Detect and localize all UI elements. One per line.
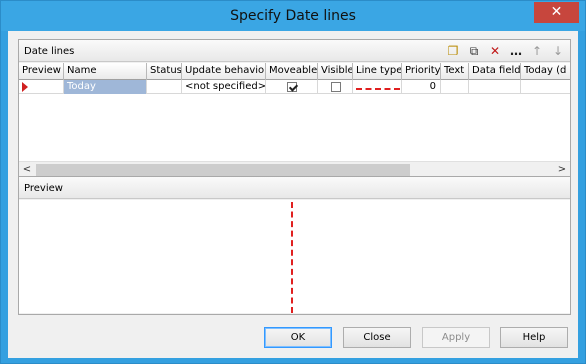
preview-canvas: [19, 200, 570, 313]
column-header-priority[interactable]: Priority: [402, 63, 441, 80]
move-down-icon[interactable]: ↓: [550, 43, 566, 59]
row-data-field-cell[interactable]: [469, 80, 521, 94]
new-icon[interactable]: ❐: [445, 43, 461, 59]
close-button[interactable]: Close: [343, 327, 411, 348]
visible-checkbox[interactable]: [330, 82, 341, 92]
column-header-text[interactable]: Text: [441, 63, 469, 80]
close-window-button[interactable]: ✕: [534, 2, 579, 23]
row-preview-cell: [19, 80, 64, 94]
row-status-cell[interactable]: [147, 80, 182, 94]
dialog-window: Specify Date lines ✕ Date lines ❐ ⧉ ✕ … …: [0, 0, 586, 364]
preview-header: Preview: [19, 177, 570, 199]
grid-header: Preview Name Status Update behavior Move…: [19, 63, 570, 80]
column-header-status[interactable]: Status: [147, 63, 182, 80]
row-name-cell[interactable]: Today: [64, 80, 147, 94]
dialog-title: Specify Date lines: [230, 8, 356, 24]
column-header-visible[interactable]: Visible: [318, 63, 353, 80]
row-moveable-cell: [266, 80, 318, 94]
copy-icon[interactable]: ⧉: [466, 43, 482, 59]
column-header-preview[interactable]: Preview: [19, 63, 64, 80]
row-line-type-cell[interactable]: [353, 80, 402, 94]
horizontal-scrollbar[interactable]: < >: [19, 161, 570, 177]
row-text-cell[interactable]: [441, 80, 469, 94]
date-lines-toolbar: ❐ ⧉ ✕ … ↑ ↓: [445, 43, 566, 59]
preview-title: Preview: [24, 183, 63, 194]
column-header-name[interactable]: Name: [64, 63, 147, 80]
row-update-behavior-cell[interactable]: <not specified>: [182, 80, 266, 94]
preview-date-line: [291, 202, 293, 313]
date-lines-title: Date lines: [24, 46, 75, 57]
date-lines-grid[interactable]: Preview Name Status Update behavior Move…: [19, 63, 570, 161]
column-header-data-field[interactable]: Data field: [469, 63, 521, 80]
move-up-icon[interactable]: ↑: [529, 43, 545, 59]
row-priority-cell[interactable]: 0: [402, 80, 441, 94]
dashed-line-sample: [356, 87, 400, 90]
dialog-client: Date lines ❐ ⧉ ✕ … ↑ ↓ Preview Name Stat…: [8, 31, 578, 358]
moveable-checkbox[interactable]: [287, 82, 297, 92]
preview-group: Preview: [18, 176, 571, 315]
column-header-update-behavior[interactable]: Update behavior: [182, 63, 266, 80]
delete-icon[interactable]: ✕: [487, 43, 503, 59]
title-bar[interactable]: Specify Date lines ✕: [1, 1, 585, 31]
ok-button[interactable]: OK: [264, 327, 332, 348]
row-today-cell[interactable]: [521, 80, 570, 94]
scroll-thumb[interactable]: [36, 164, 410, 176]
column-header-moveable[interactable]: Moveable: [266, 63, 318, 80]
table-row[interactable]: Today <not specified> 0: [19, 80, 570, 94]
more-icon[interactable]: …: [508, 43, 524, 59]
row-visible-cell: [318, 80, 353, 94]
row-indicator-icon: [22, 82, 28, 92]
date-lines-group: Date lines ❐ ⧉ ✕ … ↑ ↓ Preview Name Stat…: [18, 39, 571, 178]
date-lines-header: Date lines ❐ ⧉ ✕ … ↑ ↓: [19, 40, 570, 62]
column-header-today[interactable]: Today (d: [521, 63, 570, 80]
apply-button[interactable]: Apply: [422, 327, 490, 348]
help-button[interactable]: Help: [500, 327, 568, 348]
column-header-line-type[interactable]: Line type: [353, 63, 402, 80]
